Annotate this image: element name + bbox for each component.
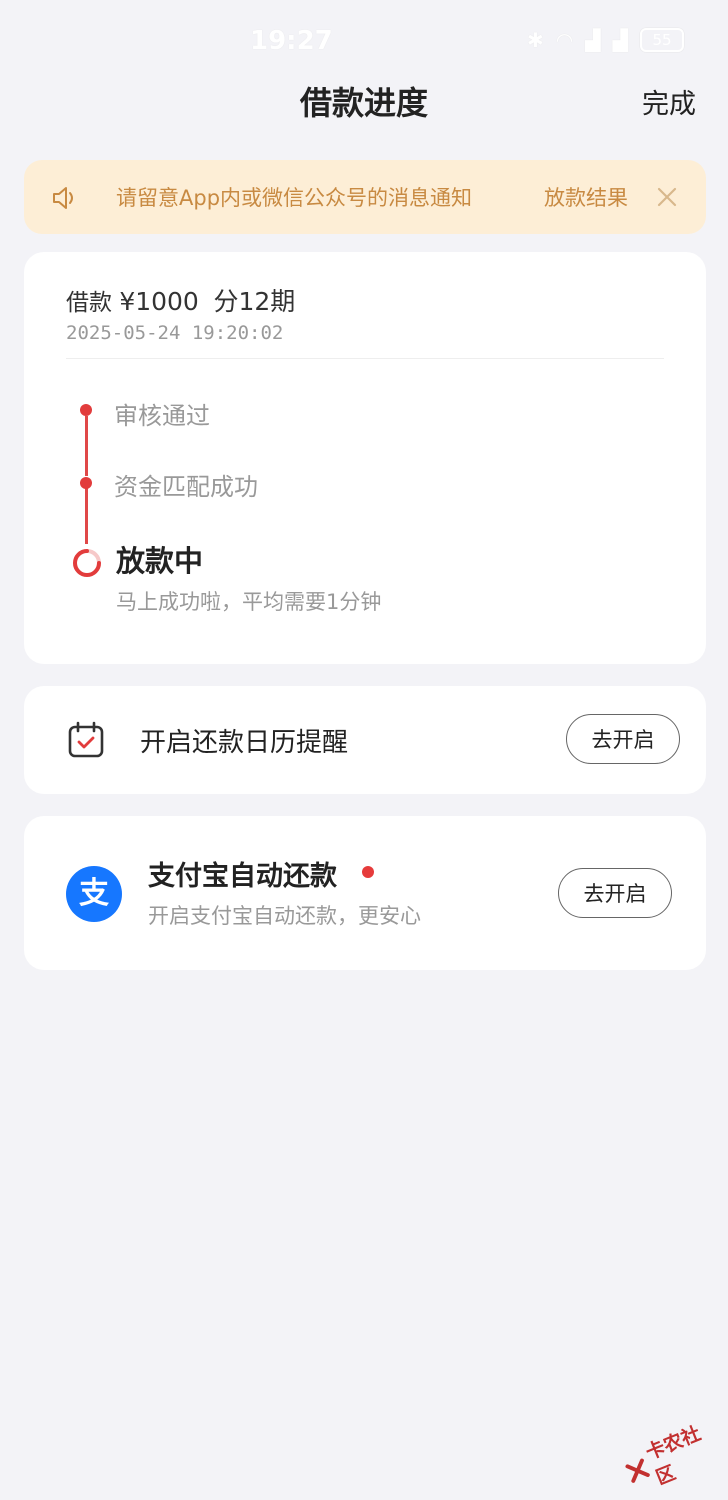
divider <box>66 358 664 359</box>
speaker-icon <box>53 187 73 209</box>
alipay-desc: 开启支付宝自动还款，更安心 <box>148 904 421 928</box>
wifi-icon: ◠ <box>555 28 574 52</box>
nav-bar: 借款进度 完成 <box>0 70 728 130</box>
signal-icon: ▟ <box>585 28 601 52</box>
watermark: 卡农社区 <box>620 1419 728 1494</box>
battery-icon: 55 <box>640 28 684 52</box>
bluetooth-icon: ✱ <box>527 28 544 52</box>
notice-text: 请留意App内或微信公众号的消息通知 <box>116 186 473 210</box>
timeline-dot <box>80 404 92 416</box>
status-time: 19:27 <box>250 26 333 56</box>
loading-ring-icon <box>73 549 101 577</box>
new-badge-dot <box>362 866 374 878</box>
loan-term: 分12期 <box>213 287 296 316</box>
notice-text-tail: 放款结果 <box>544 186 628 210</box>
calendar-reminder-card: 开启还款日历提醒 去开启 <box>24 686 706 794</box>
timeline-dot-2 <box>80 477 92 489</box>
done-button[interactable]: 完成 <box>642 82 696 121</box>
alipay-logo: 支 <box>66 866 122 922</box>
step-label: 审核通过 <box>114 402 210 430</box>
alipay-autopay-card: 支 支付宝自动还款 开启支付宝自动还款，更安心 去开启 <box>24 816 706 970</box>
page-title: 借款进度 <box>299 84 428 122</box>
loan-progress-card: 借款 ¥1000 分12期 2025-05-24 19:20:02 审核通过 资… <box>24 252 706 664</box>
loan-title-prefix: 借款 <box>66 290 112 316</box>
notice-banner: 请留意App内或微信公众号的消息通知 放款结果 <box>24 160 706 234</box>
step-label-2: 资金匹配成功 <box>114 473 258 501</box>
enable-calendar-button[interactable]: 去开启 <box>566 714 680 764</box>
watermark-text: 卡农社区 <box>642 1422 704 1490</box>
timeline-line-2 <box>85 488 88 544</box>
current-step-desc: 马上成功啦，平均需要1分钟 <box>116 590 382 614</box>
close-icon[interactable] <box>656 186 678 208</box>
enable-alipay-button[interactable]: 去开启 <box>558 868 672 918</box>
current-step-label: 放款中 <box>116 544 204 578</box>
loan-summary: 借款 ¥1000 分12期 <box>66 282 295 318</box>
watermark-logo-icon <box>625 1458 650 1483</box>
status-icons: ✱ ◠ ▟ ▟ 55 <box>527 28 684 52</box>
timeline-line <box>85 416 88 476</box>
loan-amount: ¥1000 <box>119 287 199 316</box>
loan-created-at: 2025-05-24 19:20:02 <box>66 322 284 344</box>
calendar-check-icon <box>68 721 104 758</box>
alipay-title: 支付宝自动还款 <box>148 861 337 892</box>
status-bar: 19:27 ✱ ◠ ▟ ▟ 55 <box>0 0 728 80</box>
signal-icon-2: ▟ <box>612 28 628 52</box>
calendar-reminder-label: 开启还款日历提醒 <box>140 728 349 758</box>
